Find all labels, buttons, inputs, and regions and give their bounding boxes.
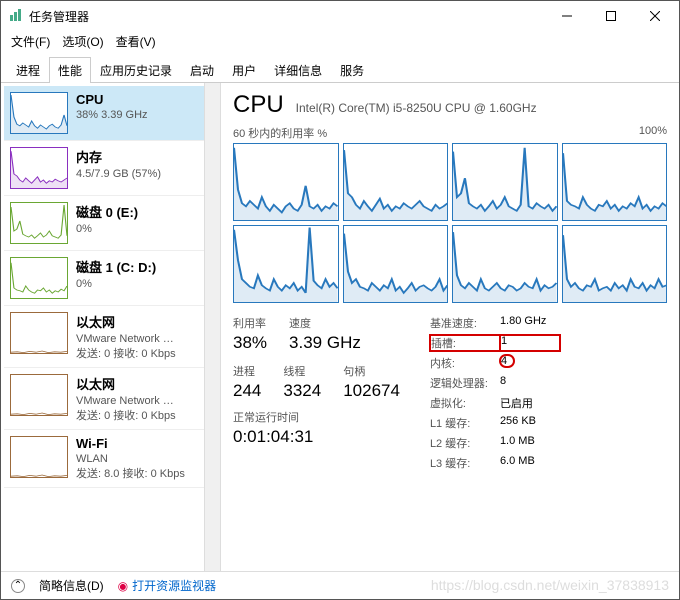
scrollbar[interactable]: [204, 83, 220, 571]
sidebar-item-5[interactable]: 以太网VMware Network …发送: 0 接收: 0 Kbps: [4, 368, 217, 430]
sidebar-item-6[interactable]: Wi-FiWLAN发送: 8.0 接收: 0 Kbps: [4, 430, 217, 488]
tab-5[interactable]: 详细信息: [265, 57, 331, 83]
cpu-core-7: [562, 225, 668, 303]
cpu-model: Intel(R) Core(TM) i5-8250U CPU @ 1.60GHz: [296, 101, 537, 115]
l1-cache: 256 KB: [500, 415, 560, 431]
virtualization: 已启用: [500, 395, 560, 411]
sidebar-item-2[interactable]: 磁盘 0 (E:)0%: [4, 196, 217, 251]
proc-label: 进程: [233, 363, 261, 379]
cpu-core-4: [233, 225, 339, 303]
resource-monitor-icon: ◉: [118, 579, 128, 593]
titlebar: 任务管理器: [1, 1, 679, 31]
sockets: 1: [500, 335, 560, 351]
menu-options[interactable]: 选项(O): [62, 33, 103, 50]
close-button[interactable]: [633, 2, 677, 30]
graph-label-left: 60 秒内的利用率 %: [233, 125, 327, 141]
maximize-button[interactable]: [589, 2, 633, 30]
tab-4[interactable]: 用户: [223, 57, 265, 83]
proc-value: 244: [233, 381, 261, 401]
app-icon: [9, 8, 23, 25]
logical-processors: 8: [500, 375, 560, 391]
threads-label: 线程: [283, 363, 321, 379]
cpu-core-6: [452, 225, 558, 303]
chevron-up-icon[interactable]: ⌃: [11, 579, 25, 593]
util-value: 38%: [233, 333, 267, 353]
fewer-details-link[interactable]: 简略信息(D): [39, 577, 104, 594]
tab-strip: 进程性能应用历史记录启动用户详细信息服务: [1, 56, 679, 83]
sidebar[interactable]: CPU38% 3.39 GHz 内存4.5/7.9 GB (57%) 磁盘 0 …: [1, 83, 221, 571]
cores: 4: [500, 355, 560, 371]
speed-value: 3.39 GHz: [289, 333, 361, 353]
graph-label-right: 100%: [639, 125, 667, 141]
uptime-value: 0:01:04:31: [233, 427, 400, 447]
base-speed: 1.80 GHz: [500, 315, 560, 331]
cpu-core-3: [562, 143, 668, 221]
minimize-button[interactable]: [545, 2, 589, 30]
cpu-heading: CPU: [233, 91, 284, 119]
main-panel: CPU Intel(R) Core(TM) i5-8250U CPU @ 1.6…: [221, 83, 679, 571]
l2-cache: 1.0 MB: [500, 435, 560, 451]
sidebar-item-3[interactable]: 磁盘 1 (C: D:)0%: [4, 251, 217, 306]
l3-cache: 6.0 MB: [500, 455, 560, 471]
tab-1[interactable]: 性能: [49, 57, 91, 83]
handles-value: 102674: [343, 381, 400, 401]
tab-2[interactable]: 应用历史记录: [91, 57, 181, 83]
menubar: 文件(F) 选项(O) 查看(V): [1, 31, 679, 56]
open-resource-monitor-link[interactable]: ◉ 打开资源监视器: [118, 577, 217, 594]
cpu-core-0: [233, 143, 339, 221]
window-title: 任务管理器: [29, 8, 89, 25]
speed-label: 速度: [289, 315, 361, 331]
menu-file[interactable]: 文件(F): [11, 33, 50, 50]
cpu-core-2: [452, 143, 558, 221]
footer: ⌃ 简略信息(D) ◉ 打开资源监视器: [1, 571, 679, 599]
tab-0[interactable]: 进程: [7, 57, 49, 83]
util-label: 利用率: [233, 315, 267, 331]
tab-6[interactable]: 服务: [331, 57, 373, 83]
sidebar-item-4[interactable]: 以太网VMware Network …发送: 0 接收: 0 Kbps: [4, 306, 217, 368]
cpu-core-1: [343, 143, 449, 221]
cpu-core-5: [343, 225, 449, 303]
menu-view[interactable]: 查看(V): [116, 33, 156, 50]
tab-3[interactable]: 启动: [181, 57, 223, 83]
cpu-core-grid: [233, 143, 667, 303]
handles-label: 句柄: [343, 363, 400, 379]
sidebar-item-1[interactable]: 内存4.5/7.9 GB (57%): [4, 141, 217, 196]
cpu-specs: 基准速度:1.80 GHz 插槽:1 内核:4 逻辑处理器:8 虚拟化:已启用 …: [430, 315, 560, 471]
threads-value: 3324: [283, 381, 321, 401]
uptime-label: 正常运行时间: [233, 409, 400, 425]
task-manager-window: 任务管理器 文件(F) 选项(O) 查看(V) 进程性能应用历史记录启动用户详细…: [0, 0, 680, 600]
sidebar-item-0[interactable]: CPU38% 3.39 GHz: [4, 86, 217, 141]
